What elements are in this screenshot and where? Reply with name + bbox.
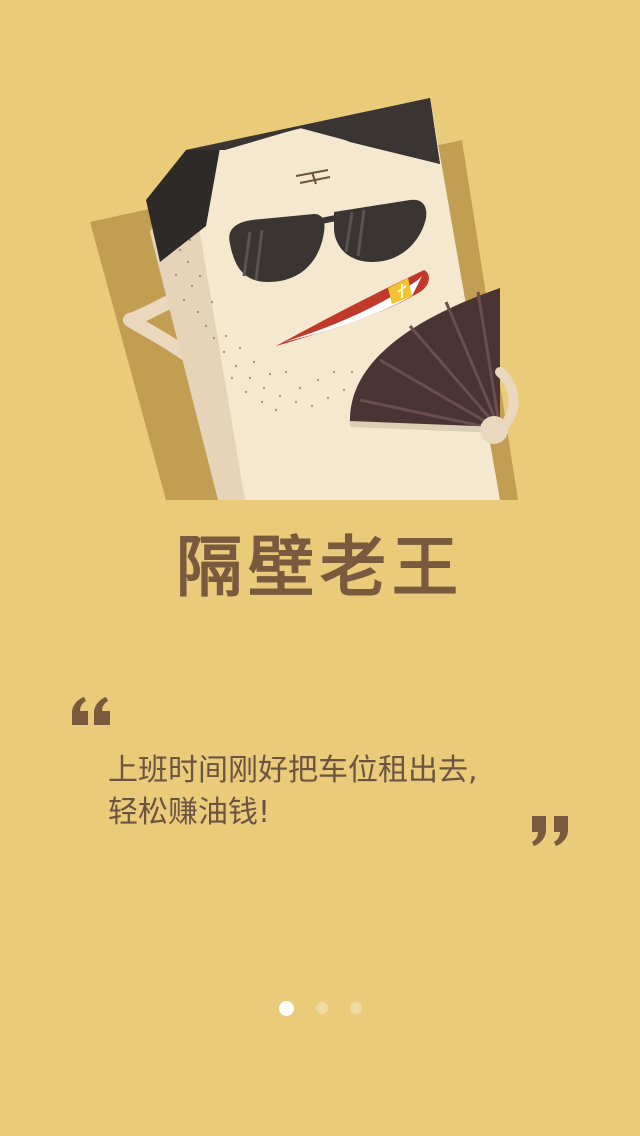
page-indicator: [0, 998, 640, 1018]
quote-line-2: 轻松赚油钱!: [108, 795, 271, 830]
page-dot-3[interactable]: [349, 1002, 362, 1014]
open-quote-icon: [70, 695, 114, 731]
close-quote-icon: [528, 812, 572, 848]
quote-line-1: 上班时间刚好把车位租出去,: [108, 753, 478, 788]
character-illustration: [0, 0, 640, 500]
onboarding-screen: 隔壁老王 上班时间刚好把车位租出去, 轻松赚油钱!: [0, 0, 640, 1136]
page-dot-2[interactable]: [315, 1002, 328, 1014]
character-title: 隔壁老王: [176, 529, 464, 606]
testimonial-quote: 上班时间刚好把车位租出去, 轻松赚油钱!: [108, 750, 548, 834]
page-dot-1[interactable]: [278, 1000, 294, 1016]
